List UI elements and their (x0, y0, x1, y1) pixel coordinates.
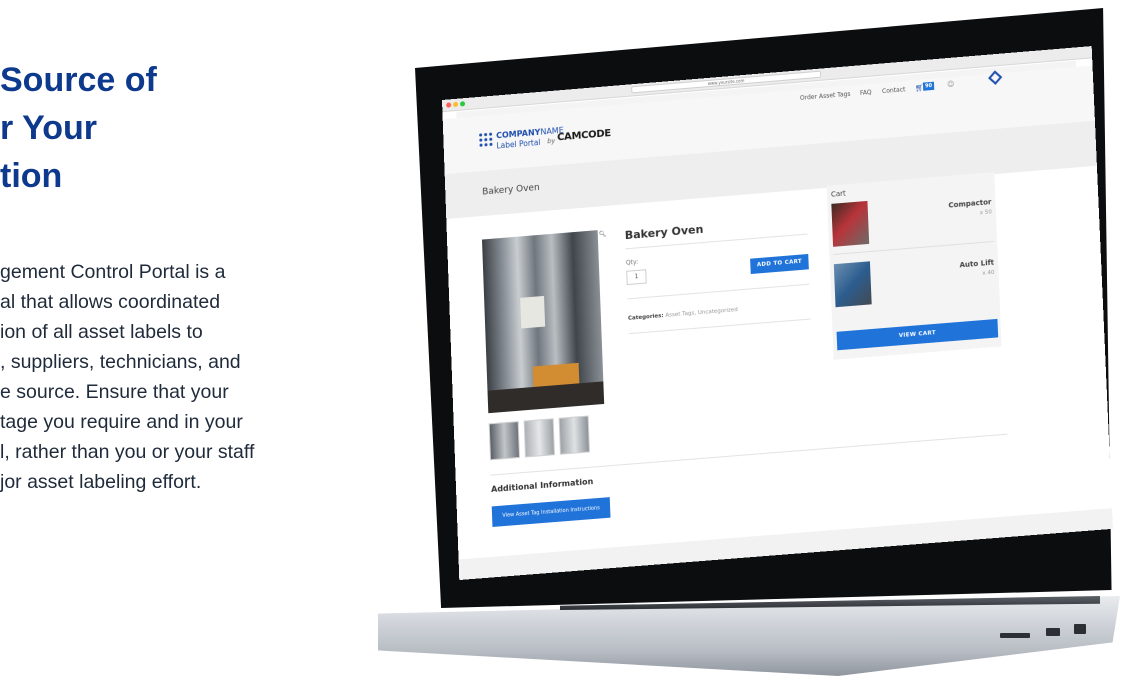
nav-faq[interactable]: FAQ (860, 89, 872, 97)
hero-body-line: ion of all asset labels to (0, 321, 203, 343)
product-thumbnail[interactable] (523, 418, 555, 458)
product-categories: Categories: Asset Tags, Uncategorized (628, 307, 738, 322)
qty-label: Qty: (625, 258, 639, 267)
hero-body-line: e source. Ensure that your (0, 381, 229, 403)
product-thumbnail[interactable] (558, 415, 590, 455)
laptop-screen: www.yoursite.com COMPANYNAME Label Porta… (442, 46, 1113, 581)
laptop-port (1000, 633, 1030, 638)
hero-heading-line: Source of (0, 61, 157, 99)
laptop-port (1074, 624, 1086, 634)
hero-body: gement Control Portal is a al that allow… (0, 257, 380, 497)
hero-heading-line: tion (0, 157, 63, 195)
laptop-port (1046, 628, 1060, 636)
qty-input[interactable]: 1 (626, 269, 647, 286)
hero-body-line: gement Control Portal is a (0, 261, 226, 283)
cart-item-thumbnail[interactable] (833, 261, 872, 308)
installation-instructions-button[interactable]: View Asset Tag Installation Instructions (491, 497, 611, 527)
logo-by: by (547, 136, 556, 146)
hero-heading: Source of r Your tion (0, 56, 380, 200)
product-thumbnail[interactable] (488, 421, 520, 461)
cart-title: Cart (830, 189, 846, 199)
product-name: Bakery Oven (624, 222, 704, 243)
hero-body-line: tage you require and in your (0, 411, 243, 433)
hero-body-line: jor asset labeling effort. (0, 471, 202, 493)
divider (627, 283, 810, 300)
add-to-cart-button[interactable]: ADD TO CART (750, 253, 809, 275)
user-icon[interactable]: ☺ (947, 80, 955, 89)
hero-heading-line: r Your (0, 109, 97, 147)
window-minimize-icon[interactable] (453, 101, 459, 108)
categories-link[interactable]: Asset Tags, Uncategorized (665, 307, 738, 319)
cart-item-thumbnail[interactable] (831, 200, 870, 247)
additional-info-heading: Additional Information (490, 476, 594, 495)
window-maximize-icon[interactable] (459, 101, 466, 107)
hero-body-line: l, rather than you or your staff (0, 441, 255, 463)
categories-label: Categories: (627, 312, 664, 322)
product-image[interactable] (481, 230, 605, 414)
divider (628, 318, 811, 335)
cart-count-badge[interactable]: 90 (922, 81, 935, 91)
hero-body-line: , suppliers, technicians, and (0, 351, 241, 373)
hero-body-line: al that allows coordinated (0, 291, 221, 313)
zoom-icon[interactable]: 🔍︎ (599, 230, 607, 238)
window-close-icon[interactable] (446, 102, 452, 108)
company-logo-icon[interactable] (479, 132, 493, 147)
